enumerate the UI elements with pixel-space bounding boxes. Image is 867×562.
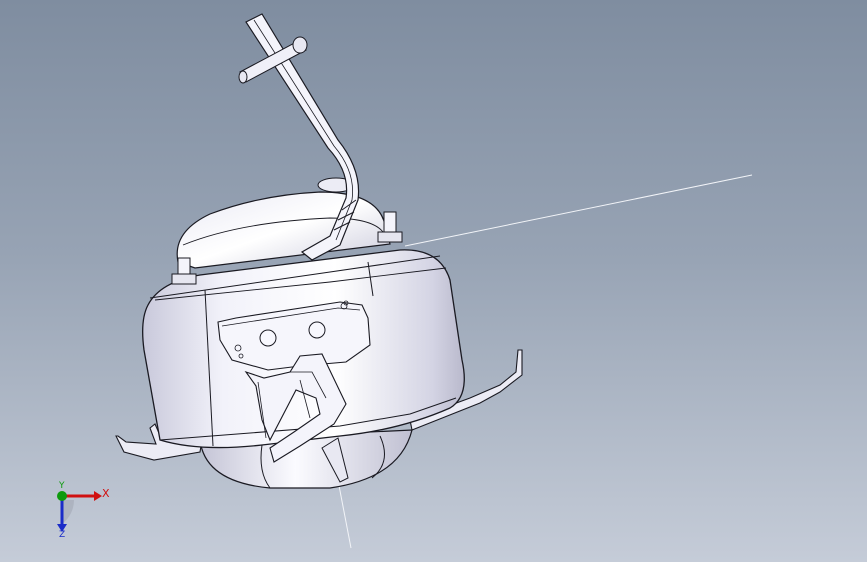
y-axis-dot bbox=[57, 491, 67, 501]
plate-hole-2 bbox=[308, 321, 326, 339]
coordinate-triad: X Y Z bbox=[40, 478, 120, 548]
z-axis-label: Z bbox=[59, 530, 66, 540]
engine-mount-model[interactable] bbox=[0, 0, 867, 562]
construction-line-right bbox=[404, 174, 753, 247]
graphics-viewport[interactable]: X Y Z bbox=[0, 0, 867, 562]
plate-hole-1 bbox=[259, 329, 277, 347]
x-axis-label: X bbox=[102, 487, 110, 500]
y-axis-label: Y bbox=[59, 481, 65, 491]
